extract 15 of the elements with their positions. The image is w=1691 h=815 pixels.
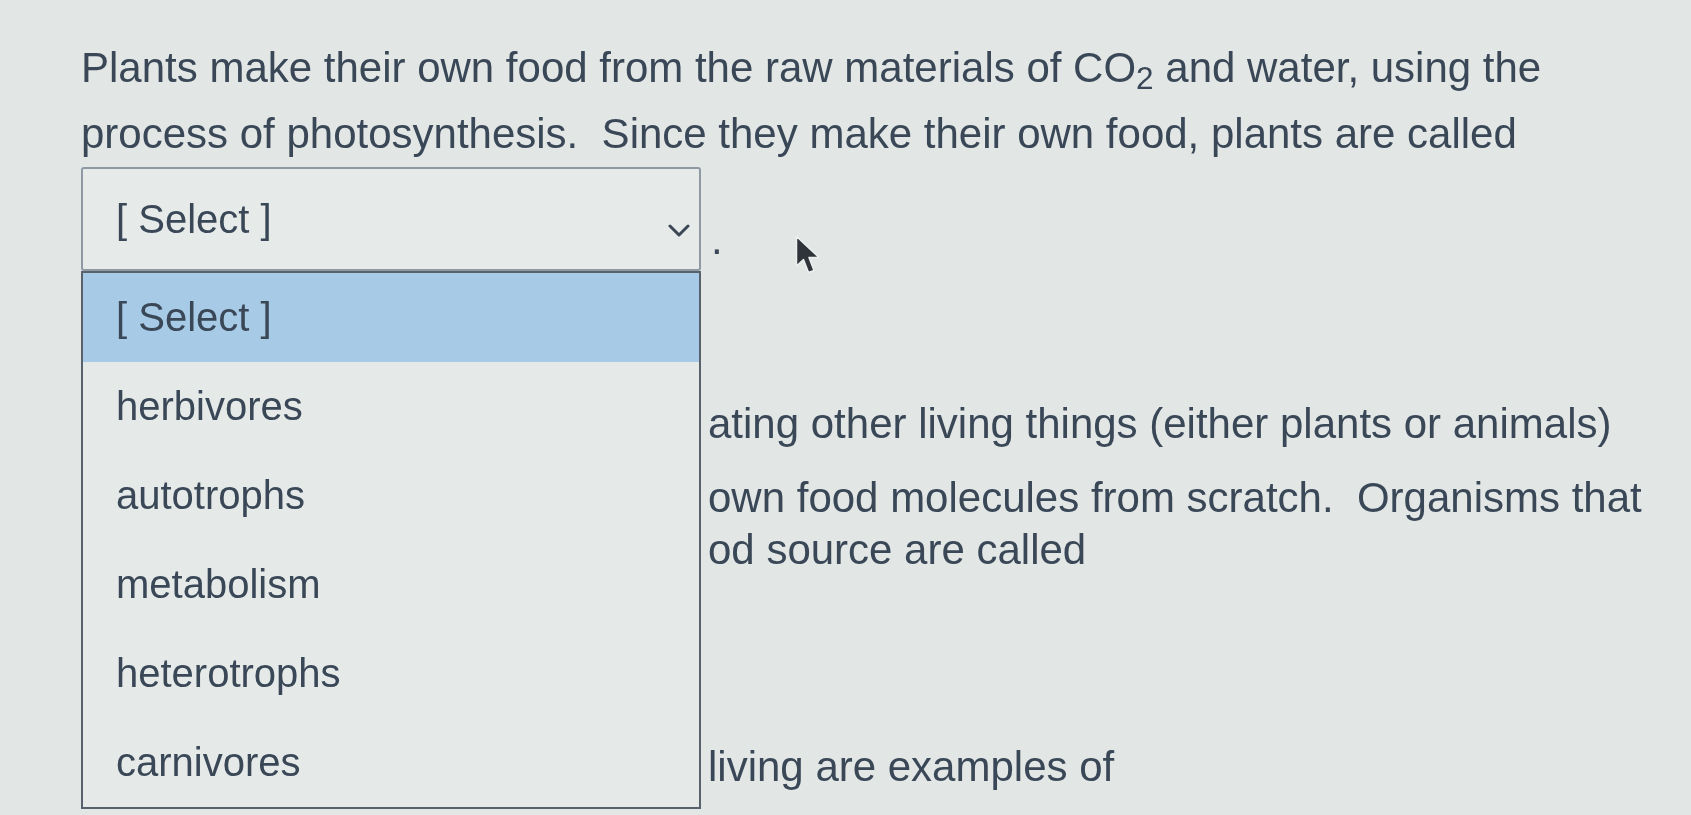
paragraph-text-fragment: own food molecules from scratch. Organisms that (708, 473, 1642, 523)
question-text: Plants make their own food from the raw materials of CO$_{2}$ and water, using the process of photosynthesis. Since they make their own food, plants are called (81, 43, 1543, 159)
mouse-pointer-icon (794, 235, 821, 275)
dropdown-option[interactable]: metabolism (83, 540, 699, 629)
answer-dropdown[interactable]: [ Select ] (81, 167, 701, 271)
period-text: . (711, 219, 723, 261)
paragraph-text-fragment: ating other living things (either plants or animals) (708, 399, 1612, 449)
dropdown-option[interactable]: carnivores (83, 718, 699, 807)
dropdown-option[interactable]: herbivores (83, 362, 699, 451)
chevron-down-icon (668, 223, 690, 237)
dropdown-option[interactable]: heterotrophs (83, 629, 699, 718)
dropdown-option[interactable]: autotrophs (83, 451, 699, 540)
dropdown-option[interactable]: [ Select ] (83, 273, 699, 362)
paragraph-text-fragment: living are examples of (708, 742, 1115, 792)
paragraph-text-fragment: od source are called (708, 525, 1087, 575)
